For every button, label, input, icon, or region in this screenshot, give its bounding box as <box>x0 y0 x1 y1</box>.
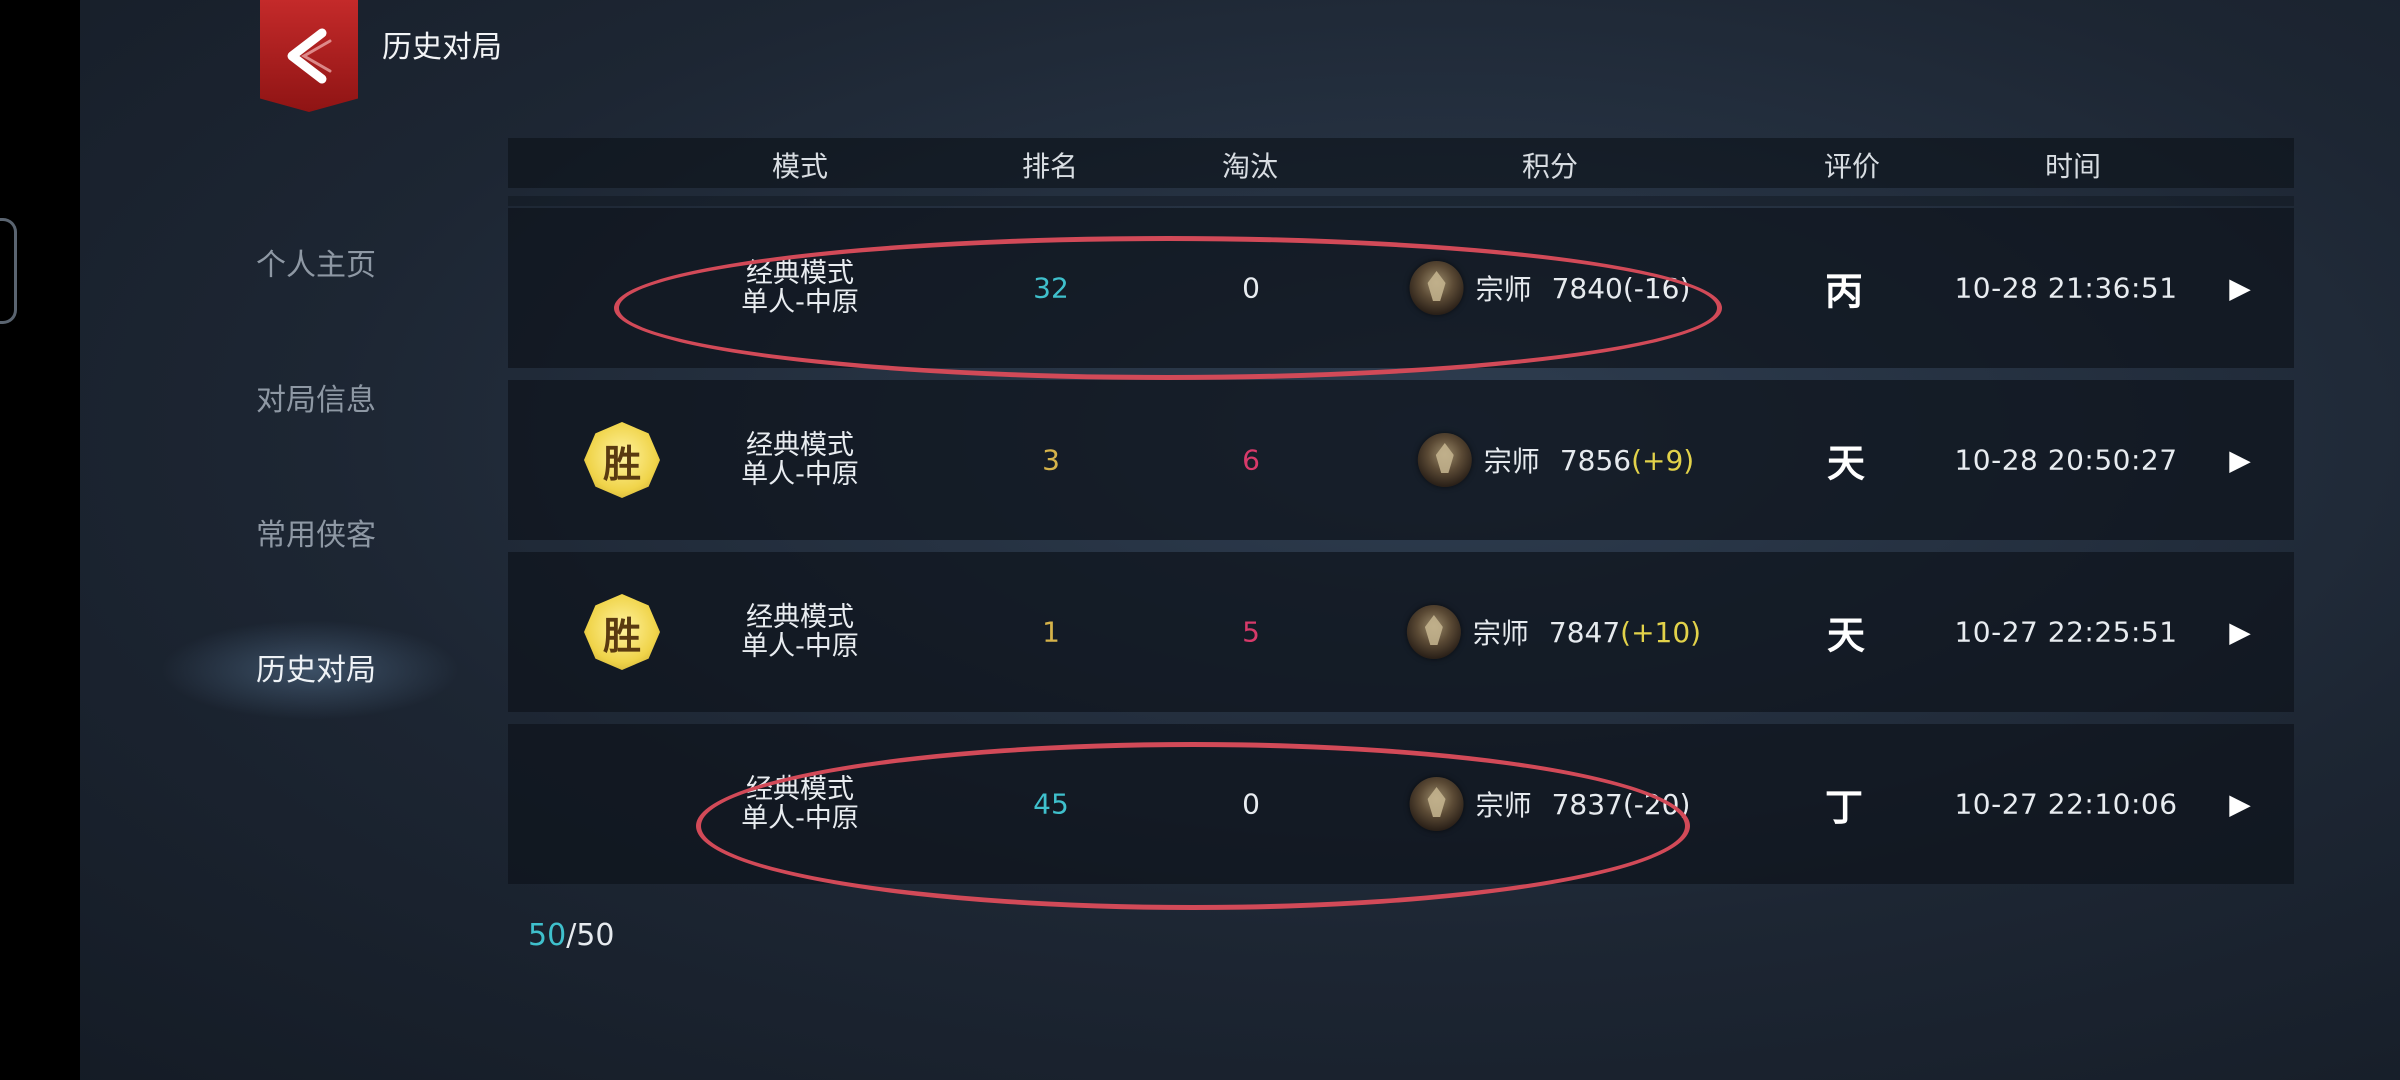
score-diff: (+10) <box>1620 615 1702 649</box>
score-diff: (-20) <box>1622 787 1691 821</box>
grade-value: 天 <box>1826 612 1866 658</box>
grade-value: 丙 <box>1824 268 1864 314</box>
time-value: 10-27 22:25:51 <box>1954 615 2178 649</box>
back-button[interactable] <box>260 0 358 112</box>
rank-emblem-icon <box>1406 605 1461 659</box>
score-value: 7847 <box>1548 615 1621 649</box>
table-row[interactable]: 经典模式 单人-中原 45 0 宗师 7837 (-20) 丁 10-27 22:… <box>508 724 2294 884</box>
side-drawer-handle[interactable] <box>0 218 17 324</box>
sidebar-item-match-info[interactable]: 对局信息 <box>256 375 376 419</box>
score-cell: 宗师 7837 (-20) <box>1409 777 1691 831</box>
kills-value: 0 <box>1242 271 1260 305</box>
rank-emblem-icon <box>1409 261 1464 315</box>
grade-value: 天 <box>1826 440 1866 486</box>
row-arrow-icon[interactable]: ▶ <box>2229 788 2251 821</box>
table-row[interactable]: 胜 经典模式 单人-中原 1 5 宗师 7847 (+10) 天 10-27 22… <box>508 552 2294 712</box>
grade-value: 丁 <box>1824 784 1864 830</box>
mode-name: 经典模式 <box>746 258 854 289</box>
table-header: 模式 排名 淘汰 积分 评价 时间 <box>508 138 2294 188</box>
sidebar-item-profile[interactable]: 个人主页 <box>256 240 376 284</box>
rank-value: 3 <box>1042 443 1060 477</box>
mode-map: 单人-中原 <box>741 459 859 490</box>
score-value: 7856 <box>1559 443 1632 477</box>
sidebar-item-match-history[interactable]: 历史对局 <box>256 645 376 689</box>
mode-cell: 经典模式 单人-中原 <box>741 775 859 833</box>
mode-cell: 经典模式 单人-中原 <box>741 259 859 317</box>
left-black-strip <box>0 0 80 1080</box>
header-score: 积分 <box>1521 150 1579 183</box>
win-badge-label: 胜 <box>602 440 641 486</box>
mode-cell: 经典模式 单人-中原 <box>741 431 859 489</box>
pager: 50/50 <box>528 918 614 953</box>
row-arrow-icon[interactable]: ▶ <box>2229 272 2251 305</box>
rank-value: 1 <box>1042 615 1060 649</box>
rank-value: 32 <box>1033 271 1069 305</box>
tier-label: 宗师 <box>1475 789 1532 822</box>
mode-map: 单人-中原 <box>741 803 859 834</box>
time-value: 10-28 21:36:51 <box>1954 271 2178 305</box>
pager-separator: / <box>566 918 577 953</box>
win-badge: 胜 <box>584 594 660 670</box>
sidebar-item-common-heroes[interactable]: 常用侠客 <box>256 510 376 554</box>
header-mode: 模式 <box>771 150 829 183</box>
time-value: 10-27 22:10:06 <box>1954 787 2178 821</box>
table-row[interactable]: 胜 经典模式 单人-中原 3 6 宗师 7856 (+9) 天 10-28 20:… <box>508 380 2294 540</box>
mode-map: 单人-中原 <box>741 631 859 662</box>
mode-name: 经典模式 <box>746 430 854 461</box>
rank-value: 45 <box>1033 787 1069 821</box>
kills-value: 0 <box>1242 787 1260 821</box>
score-diff: (-16) <box>1622 271 1691 305</box>
pager-current: 50 <box>528 918 567 953</box>
tier-label: 宗师 <box>1472 617 1529 650</box>
score-cell: 宗师 7840 (-16) <box>1409 261 1691 315</box>
rank-emblem-icon <box>1409 777 1464 831</box>
tier-label: 宗师 <box>1475 273 1532 306</box>
row-arrow-icon[interactable]: ▶ <box>2229 616 2251 649</box>
score-cell: 宗师 7856 (+9) <box>1417 433 1695 487</box>
mode-map: 单人-中原 <box>741 287 859 318</box>
tier-label: 宗师 <box>1483 445 1540 478</box>
mode-name: 经典模式 <box>746 774 854 805</box>
header-grade: 评价 <box>1823 150 1881 183</box>
kills-value: 5 <box>1242 615 1260 649</box>
kills-value: 6 <box>1242 443 1260 477</box>
rank-emblem-icon <box>1417 433 1472 487</box>
header-rank: 排名 <box>1021 150 1079 183</box>
score-diff: (+9) <box>1631 443 1695 477</box>
row-arrow-icon[interactable]: ▶ <box>2229 444 2251 477</box>
time-value: 10-28 20:50:27 <box>1954 443 2178 477</box>
score-value: 7840 <box>1551 271 1623 305</box>
pager-total: 50 <box>576 918 615 953</box>
win-badge-label: 胜 <box>602 612 641 658</box>
back-arrow-icon <box>287 28 332 84</box>
win-badge: 胜 <box>584 422 660 498</box>
table-row[interactable]: 经典模式 单人-中原 32 0 宗师 7840 (-16) 丙 10-28 21:… <box>508 208 2294 368</box>
header-kills: 淘汰 <box>1221 150 1279 183</box>
page-title: 历史对局 <box>382 30 502 65</box>
score-cell: 宗师 7847 (+10) <box>1406 605 1702 659</box>
mode-name: 经典模式 <box>746 602 854 633</box>
mode-cell: 经典模式 单人-中原 <box>741 603 859 661</box>
header-divider <box>508 196 2294 206</box>
header-time: 时间 <box>2044 150 2102 183</box>
score-value: 7837 <box>1551 787 1623 821</box>
